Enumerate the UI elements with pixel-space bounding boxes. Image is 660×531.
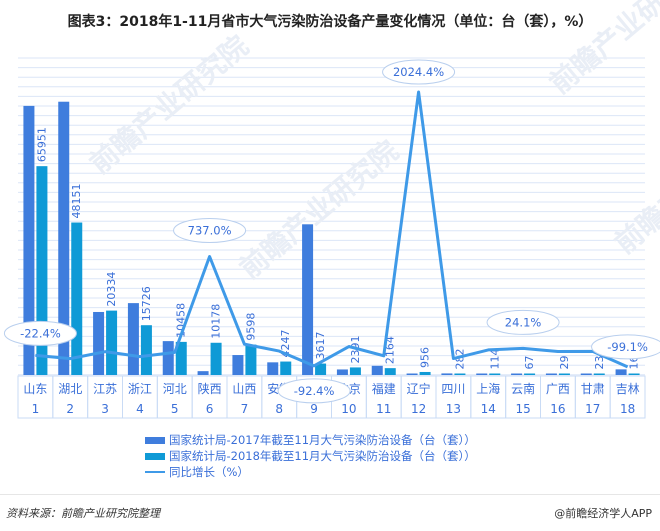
bar-2017 — [441, 373, 453, 375]
bar-label-2018: 3617 — [314, 332, 327, 360]
bar-2017 — [476, 373, 488, 375]
rank-label: 8 — [275, 402, 283, 416]
bar-2017 — [127, 303, 139, 375]
bar-label-2018: 29 — [558, 356, 571, 370]
legend-swatch-2018 — [145, 452, 165, 460]
rank-label: 14 — [481, 402, 496, 416]
bar-2017 — [302, 224, 314, 375]
category-label: 甘肃 — [581, 382, 605, 396]
category-label: 云南 — [511, 381, 535, 396]
bar-2017 — [197, 371, 209, 375]
annotation-label: 24.1% — [505, 315, 542, 329]
annotation-label: -22.4% — [20, 326, 61, 340]
bar-2017 — [511, 373, 523, 375]
credit-note: @前瞻经济学人APP — [554, 507, 652, 520]
bar-2018 — [593, 373, 605, 375]
legend-label-2017: 国家统计局-2017年截至11月大气污染防治设备（台（套）） — [169, 433, 476, 447]
watermark: 前瞻产业研究院 — [543, 0, 660, 100]
rank-label: 13 — [446, 402, 461, 416]
bar-2018 — [384, 368, 396, 375]
bar-2018 — [628, 373, 640, 375]
watermark: 前瞻产业研究院 — [83, 29, 254, 180]
category-label: 陕西 — [198, 381, 222, 396]
rank-label: 15 — [515, 402, 530, 416]
category-label: 广西 — [546, 382, 570, 396]
bar-label-2018: 956 — [419, 347, 432, 368]
bar-2018 — [245, 344, 257, 375]
rank-label: 16 — [550, 402, 565, 416]
legend-item-2018: 国家统计局-2018年截至11月大气污染防治设备（台（套）） — [145, 448, 476, 464]
source-note: 资料来源：前瞻产业研究院整理 — [6, 507, 160, 520]
bar-2017 — [580, 373, 592, 375]
category-label: 辽宁 — [407, 381, 431, 396]
bar-2017 — [93, 311, 105, 375]
legend-swatch-2017 — [145, 436, 165, 444]
rank-label: 11 — [376, 402, 391, 416]
rank-label: 2 — [66, 402, 74, 416]
bar-label-2018: 15726 — [140, 286, 153, 321]
category-label: 湖北 — [58, 381, 82, 396]
bar-2018 — [419, 371, 431, 375]
rank-label: 7 — [241, 402, 249, 416]
bar-2018 — [210, 342, 222, 375]
bar-2018 — [280, 361, 292, 375]
bar-label-2018: 20334 — [105, 272, 118, 307]
category-label: 吉林 — [616, 382, 640, 396]
annotation-label: -92.4% — [294, 384, 335, 398]
category-label: 山西 — [232, 382, 256, 396]
watermark: 前瞻产业研究院 — [608, 109, 660, 260]
bar-2018 — [558, 373, 570, 375]
watermark: 前瞻产业研究院 — [233, 134, 404, 285]
rank-label: 10 — [341, 402, 356, 416]
legend: 国家统计局-2017年截至11月大气污染防治设备（台（套）） 国家统计局-201… — [145, 432, 476, 480]
annotation-label: 2024.4% — [393, 65, 444, 79]
bar-label-2018: 65951 — [35, 127, 48, 162]
rank-label: 9 — [310, 402, 318, 416]
bar-2017 — [267, 362, 279, 375]
bar-2017 — [371, 365, 383, 375]
bar-2018 — [140, 325, 152, 375]
rank-label: 17 — [585, 402, 600, 416]
bar-2017 — [162, 341, 174, 375]
footer-divider — [0, 494, 660, 495]
bar-2018 — [454, 373, 466, 375]
bar-2018 — [489, 373, 501, 375]
bar-2018 — [71, 222, 83, 375]
bar-2017 — [336, 369, 348, 375]
rank-label: 12 — [411, 402, 426, 416]
bar-2018 — [106, 310, 118, 375]
bar-2017 — [406, 373, 418, 375]
legend-swatch-growth — [145, 471, 165, 473]
legend-label-2018: 国家统计局-2018年截至11月大气污染防治设备（台（套）） — [169, 449, 476, 463]
annotation-label: 737.0% — [188, 223, 232, 237]
category-label: 江苏 — [93, 382, 117, 396]
annotation-label: -99.1% — [607, 340, 648, 354]
rank-label: 18 — [620, 402, 635, 416]
bar-2017 — [232, 355, 244, 375]
rank-label: 4 — [136, 402, 144, 416]
bar-2018 — [524, 373, 536, 375]
rank-label: 3 — [101, 402, 109, 416]
legend-item-2017: 国家统计局-2017年截至11月大气污染防治设备（台（套）） — [145, 432, 476, 448]
legend-item-growth: 同比增长（%） — [145, 464, 476, 480]
bar-label-2018: 9598 — [244, 313, 257, 341]
category-label: 山东 — [23, 382, 47, 396]
bar-2017 — [615, 369, 627, 375]
category-label: 河北 — [163, 382, 187, 396]
category-label: 四川 — [441, 382, 465, 396]
rank-label: 1 — [32, 402, 40, 416]
category-label: 福建 — [372, 381, 396, 396]
category-label: 上海 — [476, 381, 500, 396]
bar-label-2018: 10178 — [210, 304, 223, 339]
bar-label-2018: 114 — [488, 349, 501, 370]
rank-label: 5 — [171, 402, 179, 416]
rank-label: 6 — [206, 402, 214, 416]
bar-label-2018: 48151 — [70, 184, 83, 219]
bar-2017 — [545, 373, 557, 375]
legend-label-growth: 同比增长（%） — [169, 465, 249, 479]
bar-label-2018: 67 — [523, 356, 536, 370]
bar-2018 — [349, 367, 361, 375]
category-label: 浙江 — [128, 382, 152, 396]
